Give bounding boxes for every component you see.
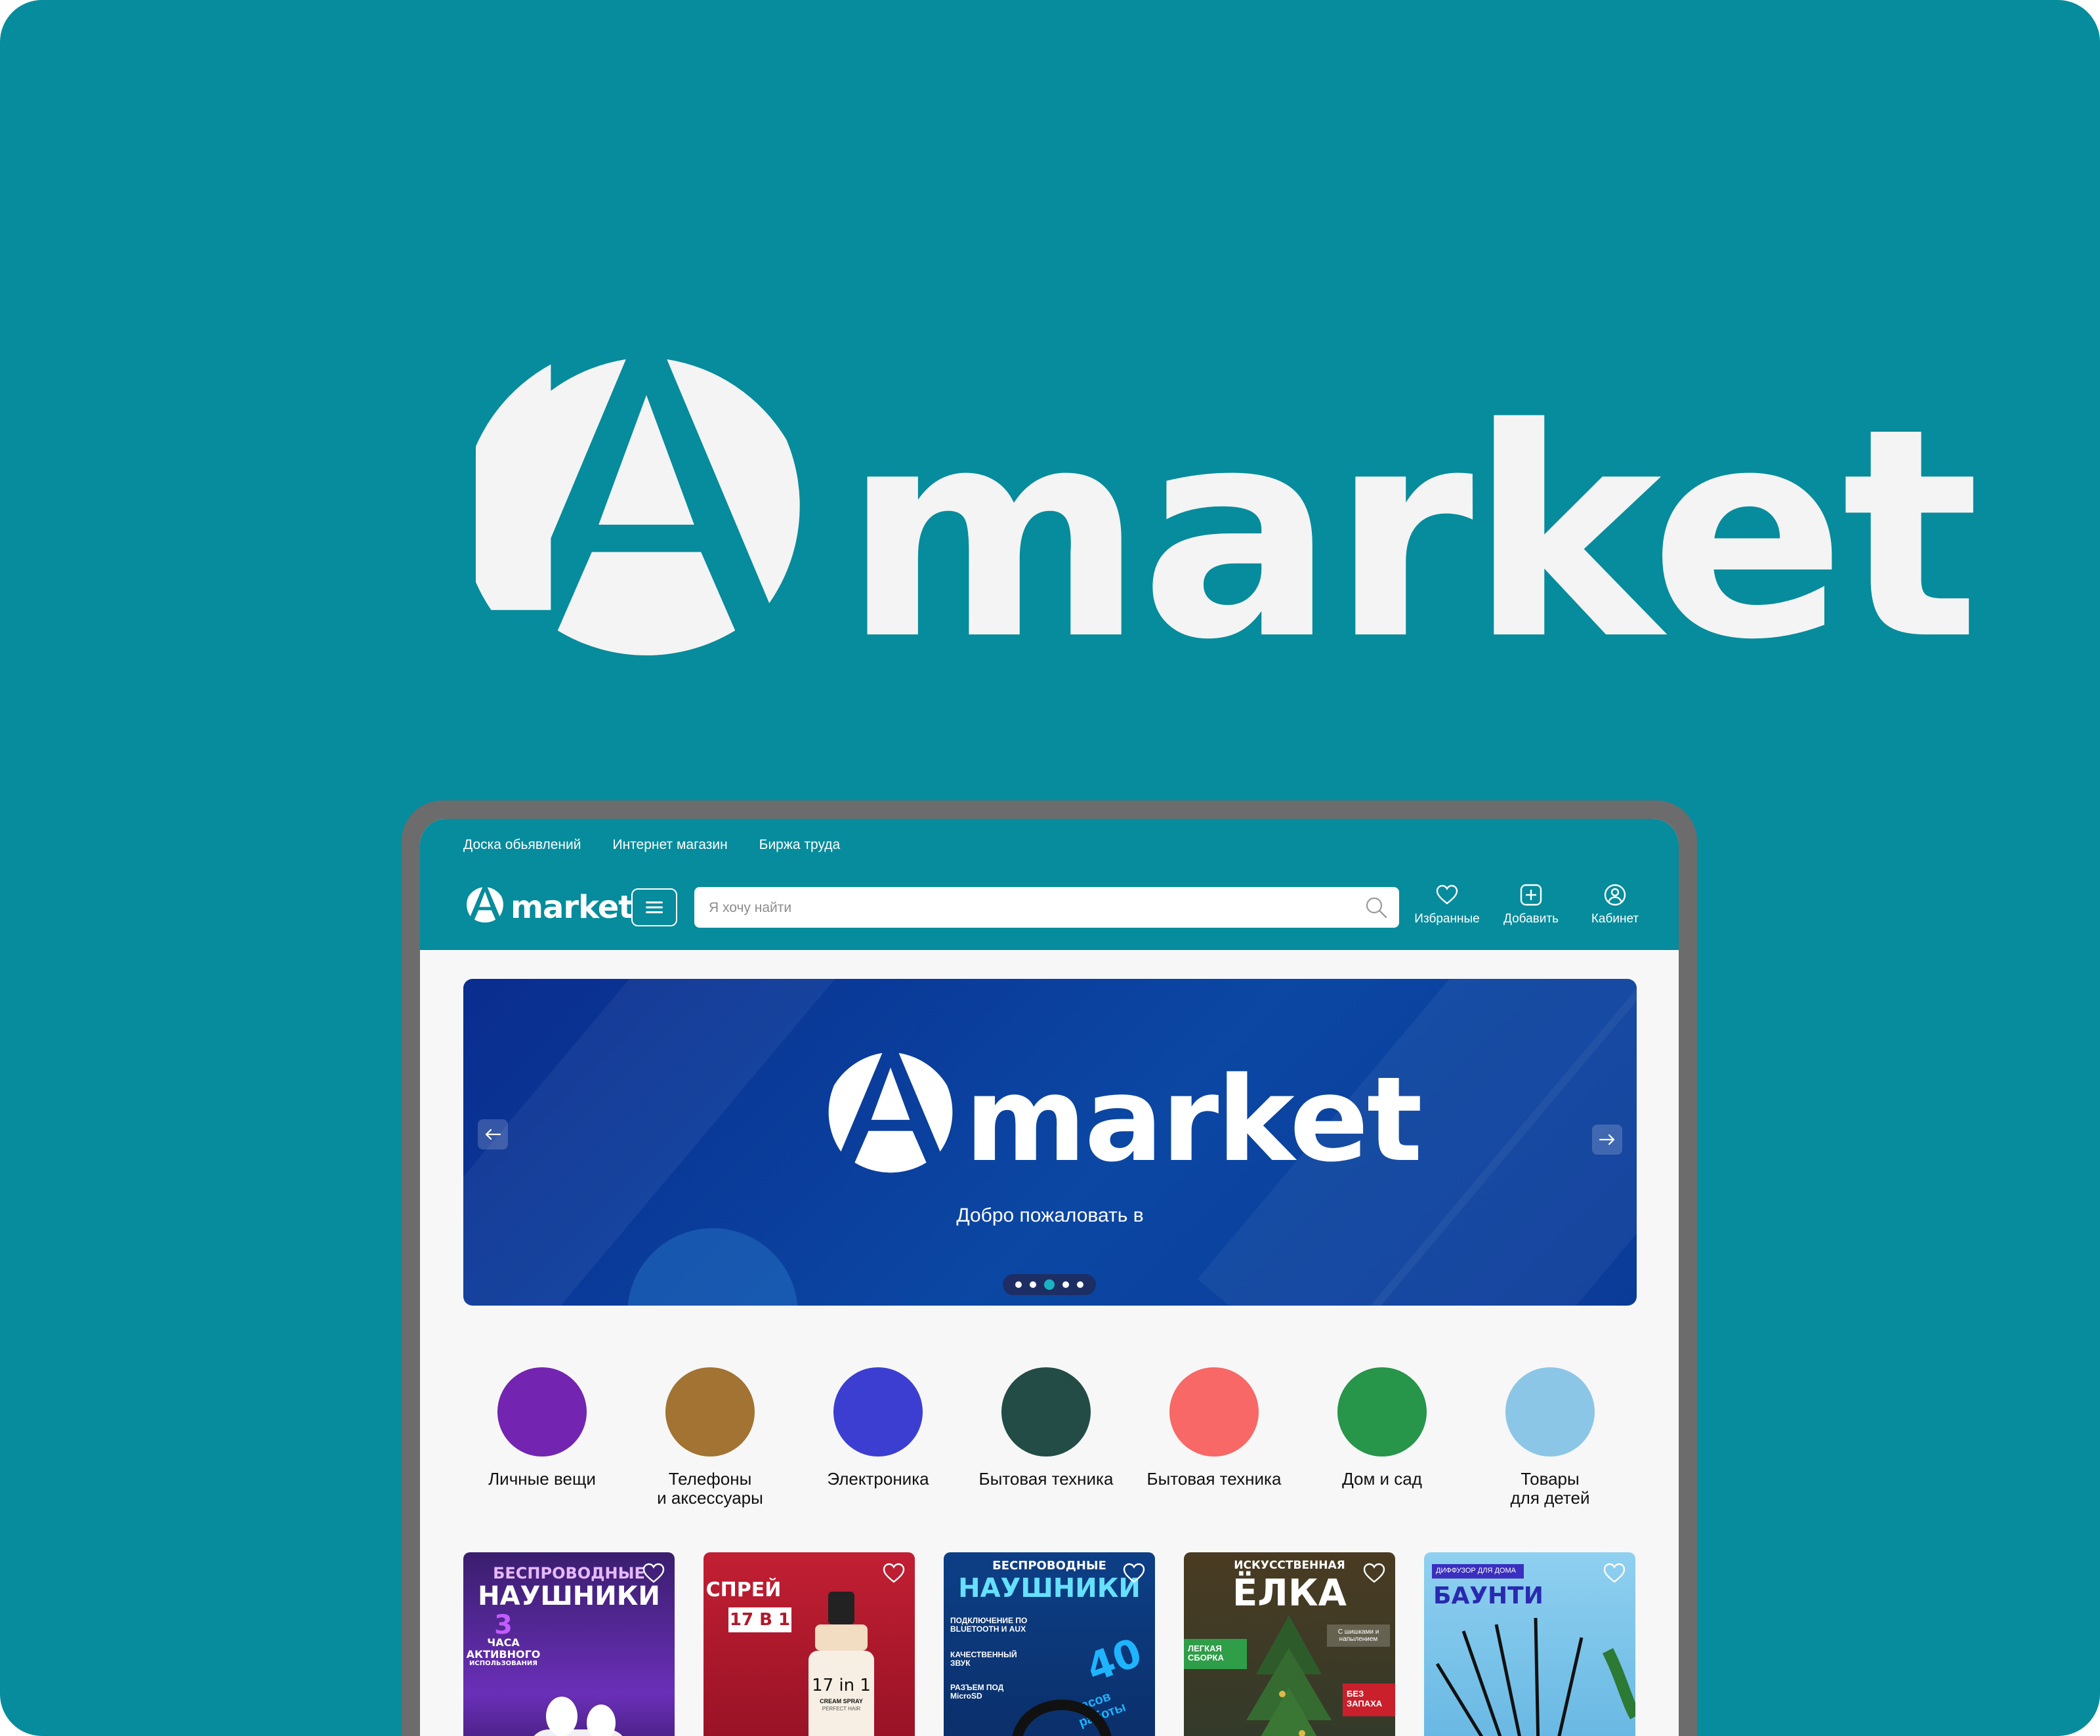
slider-dot[interactable]: [1030, 1281, 1036, 1288]
product-badge-text: ЛЕГКАЯ СБОРКА: [1188, 1643, 1224, 1663]
favorites-label: Избранные: [1414, 912, 1480, 926]
category-home-garden[interactable]: Дом и сад: [1303, 1367, 1461, 1489]
header-actions: Избранные Добавить Кабинет: [1411, 883, 1651, 926]
arrow-left-icon: [485, 1128, 501, 1140]
category-electronics[interactable]: Электроника: [799, 1367, 957, 1489]
banner-next-button[interactable]: [1592, 1125, 1622, 1155]
product-text: ИСПОЛЬЗОВАНИЯ: [469, 1660, 537, 1667]
product-text: 17 in 1: [812, 1676, 871, 1695]
plus-square-icon: [1520, 884, 1542, 906]
category-label: Электроника: [827, 1469, 929, 1489]
topnav-shop-link[interactable]: Интернет магазин: [612, 837, 727, 853]
arrow-right-icon: [1599, 1134, 1615, 1146]
favorites-button[interactable]: Избранные: [1411, 883, 1483, 926]
category-label: Личные вещи: [488, 1469, 596, 1489]
site-header: Доска обьявлений Интернет магазин Биржа …: [420, 819, 1679, 950]
promo-banner[interactable]: market Добро пожаловать в: [463, 979, 1637, 1306]
header-wordmark: market: [511, 889, 633, 926]
heart-icon: [1436, 884, 1458, 905]
topnav-board-link[interactable]: Доска обьявлений: [463, 837, 581, 853]
search-input[interactable]: [707, 887, 1340, 929]
product-text: ЧАСА: [487, 1636, 520, 1649]
product-card[interactable]: БЕСПРОВОДНЫЕ НАУШНИКИ 3 ЧАСА АКТИВНОГО И…: [463, 1552, 675, 1736]
search-icon[interactable]: [1365, 896, 1387, 919]
banner-decoration: [627, 1228, 798, 1306]
product-card[interactable]: БЕСПРОВОДНЫЕ НАУШНИКИ ПОДКЛЮЧЕНИЕ ПО BLU…: [944, 1552, 1155, 1736]
header-logo[interactable]: market: [465, 887, 633, 933]
product-badge: БЕЗ ЗАПАХА: [1343, 1684, 1395, 1716]
product-badge-text: БЕЗ ЗАПАХА: [1347, 1689, 1383, 1708]
slider-dot[interactable]: [1077, 1281, 1083, 1288]
earbuds-image: [534, 1697, 623, 1736]
topnav-jobs-link[interactable]: Биржа труда: [759, 837, 841, 853]
headphones-image: [1012, 1699, 1112, 1736]
category-personal[interactable]: Личные вещи: [463, 1367, 621, 1489]
product-card[interactable]: ИСКУССТВЕННАЯ ЁЛКА ЛЕГКАЯ СБОРКА С шишка…: [1184, 1552, 1395, 1736]
product-title: БАУНТИ: [1433, 1582, 1544, 1609]
banner-logo: market: [822, 1052, 1423, 1197]
category-label: Телефоны и аксессуары: [657, 1469, 763, 1508]
category-circle: [1337, 1367, 1427, 1457]
banner-wordmark: market: [965, 1052, 1423, 1188]
add-button[interactable]: Добавить: [1495, 883, 1567, 926]
category-circle: [665, 1367, 755, 1457]
product-text: CREAM SPRAY: [820, 1698, 863, 1705]
favorite-heart-icon[interactable]: [1603, 1561, 1626, 1585]
slider-dot[interactable]: [1015, 1281, 1022, 1288]
product-text: PERFECT HAIR: [822, 1706, 861, 1712]
page-background: market Доска обьявлений Интернет магазин…: [0, 0, 2100, 1736]
category-label: Дом и сад: [1342, 1469, 1422, 1489]
category-circle: [497, 1367, 587, 1457]
product-text: С шишками и напылением: [1327, 1624, 1390, 1647]
category-circle: [833, 1367, 923, 1457]
product-badge-text: ДИФФУЗОР ДЛЯ ДОМА: [1436, 1567, 1516, 1575]
category-appliances[interactable]: Бытовая техника: [967, 1367, 1125, 1489]
a-logo-icon: [476, 359, 800, 655]
diffuser-image: [1435, 1617, 1635, 1736]
product-badge: ЛЕГКАЯ СБОРКА: [1184, 1639, 1247, 1669]
user-icon: [1604, 884, 1626, 906]
category-circle: [1505, 1367, 1595, 1457]
slider-dot-active[interactable]: [1044, 1279, 1055, 1290]
hero-logo: market: [476, 358, 1980, 705]
spray-bottle-image: [808, 1592, 874, 1736]
category-kids[interactable]: Товары для детей: [1471, 1367, 1629, 1508]
device-frame: Доска обьявлений Интернет магазин Биржа …: [402, 800, 1697, 1736]
cabinet-label: Кабинет: [1591, 912, 1639, 926]
product-card[interactable]: СПРЕЙ 17 В 1 17 in 1 CREAM SPRAY PERFECT…: [704, 1552, 915, 1736]
category-label: Бытовая техника: [978, 1469, 1114, 1489]
slider-dot[interactable]: [1062, 1281, 1069, 1288]
category-label: Бытовая техника: [1146, 1469, 1282, 1489]
add-label: Добавить: [1503, 912, 1559, 926]
category-label: Товары для детей: [1510, 1469, 1590, 1508]
menu-button[interactable]: [631, 888, 677, 926]
product-text: ПОДКЛЮЧЕНИЕ ПО BLUETOOTH И AUX: [950, 1616, 1028, 1634]
category-appliances-2[interactable]: Бытовая техника: [1135, 1367, 1293, 1489]
search-bar: [694, 887, 1399, 929]
product-card[interactable]: ДИФФУЗОР ДЛЯ ДОМА БАУНТИ: [1424, 1552, 1635, 1736]
product-badge: ДИФФУЗОР ДЛЯ ДОМА: [1432, 1564, 1524, 1579]
hero-wordmark: market: [843, 367, 1980, 703]
banner-prev-button[interactable]: [478, 1119, 508, 1149]
favorite-heart-icon[interactable]: [1122, 1561, 1146, 1585]
banner-subtitle: Добро пожаловать в: [956, 1205, 1144, 1226]
favorite-heart-icon[interactable]: [642, 1561, 665, 1585]
slider-pagination: [1003, 1274, 1096, 1295]
top-nav: Доска обьявлений Интернет магазин Биржа …: [463, 837, 840, 853]
product-text: АКТИВНОГО: [466, 1648, 541, 1661]
product-badge: 17 В 1: [728, 1607, 791, 1632]
app-screen: Доска обьявлений Интернет магазин Биржа …: [420, 819, 1679, 1736]
a-logo-icon: [467, 887, 503, 923]
product-title: НАУШНИКИ: [478, 1581, 660, 1611]
category-circle: [1169, 1367, 1259, 1457]
product-badge-text: 17 В 1: [729, 1610, 791, 1630]
a-logo-icon: [828, 1053, 953, 1173]
hamburger-icon: [646, 901, 663, 913]
favorite-heart-icon[interactable]: [1362, 1561, 1386, 1585]
cabinet-button[interactable]: Кабинет: [1579, 883, 1651, 926]
category-list: Личные вещи Телефоны и аксессуары Электр…: [463, 1367, 1637, 1518]
category-phones[interactable]: Телефоны и аксессуары: [631, 1367, 789, 1508]
favorite-heart-icon[interactable]: [882, 1561, 906, 1585]
category-circle: [1001, 1367, 1091, 1457]
